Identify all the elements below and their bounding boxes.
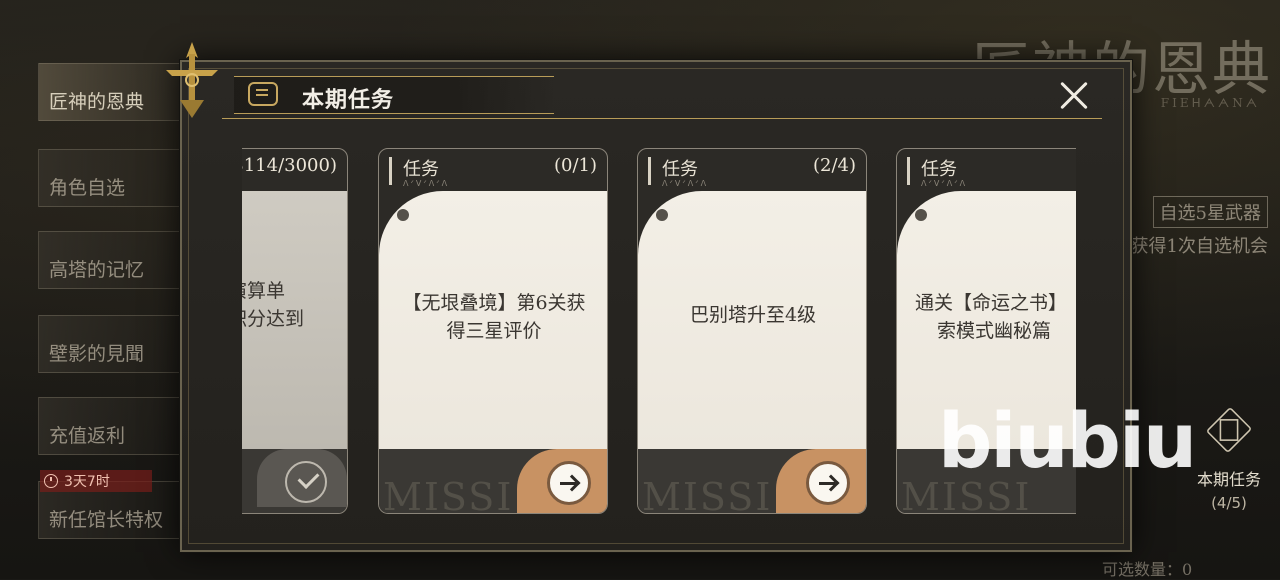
selectable-count: 可选数量：0	[1102, 560, 1193, 579]
mission-card[interactable]: 3114/3000) 】演算单 累积分达到 00	[242, 148, 348, 514]
weapon-select-info: 自选5星武器	[1152, 196, 1268, 228]
mission-desc-line: 索模式幽秘篇	[937, 320, 1052, 342]
mission-progress: 3114/3000)	[242, 155, 337, 176]
event-title-runes: FIEᕼᗅᗅNᗅ	[1160, 96, 1260, 110]
sidebar-item-character-select[interactable]: 角色自选	[38, 149, 188, 207]
header-bar	[648, 157, 651, 185]
clipboard-icon	[248, 82, 278, 106]
quest-entry-count: (4/5)	[1211, 494, 1247, 512]
mission-footer-text: MISSI	[383, 475, 514, 514]
go-button[interactable]	[517, 449, 607, 513]
sidebar-item-label: 壁影的見聞	[49, 343, 145, 365]
arrow-right-icon	[547, 461, 591, 505]
check-icon	[285, 461, 327, 503]
mission-progress: (2/4)	[812, 155, 856, 176]
mission-card[interactable]: 任务 ᐱᐟᐯᐟᐱᐟᐱ (0/1) 【无垠叠境】第6关获 得三星评价 MISSI	[378, 148, 608, 514]
quest-entry-label: 本期任务	[1196, 470, 1261, 489]
mission-desc-line: 得三星评价	[446, 320, 542, 342]
select-chance-info: 获得1次自选机会	[1130, 236, 1268, 257]
mission-description: 】演算单 累积分达到 00	[242, 277, 347, 361]
header-bar	[389, 157, 392, 185]
modal-title: 本期任务	[302, 88, 395, 113]
sidebar-item-shadow-tales[interactable]: 壁影的見聞	[38, 315, 188, 373]
pin-icon	[915, 209, 927, 221]
sidebar-item-label: 高塔的记忆	[49, 259, 145, 281]
mission-description: 巴别塔升至4级	[689, 304, 817, 326]
header-divider	[222, 118, 1102, 119]
quest-entry-button[interactable]: 本期任务 (4/5)	[1183, 406, 1275, 512]
sidebar-item-tower-memory[interactable]: 高塔的记忆	[38, 231, 188, 289]
sidebar-item-recharge-rebate[interactable]: 充值返利	[38, 397, 188, 455]
sidebar-item-label: 匠神的恩典	[49, 91, 145, 113]
mission-card[interactable]: 任务 ᐱᐟᐯᐟᐱᐟᐱ (2/4) 巴别塔升至4级 MISSI	[637, 148, 867, 514]
mission-desc-line: 通关【命运之书】	[915, 292, 1068, 314]
mission-desc-line: 00	[242, 333, 347, 361]
close-button[interactable]	[1054, 76, 1094, 116]
clock-icon	[44, 474, 58, 488]
mission-header: 任务	[403, 159, 439, 180]
sidebar-item-label: 充值返利	[49, 425, 126, 447]
mission-footer-text: MISSI	[642, 475, 773, 514]
arrow-right-icon	[806, 461, 850, 505]
mission-desc-line: 】演算单	[242, 280, 286, 302]
mission-desc-line: 累积分达到	[242, 308, 305, 330]
mission-header: 任务	[662, 159, 698, 180]
pin-icon	[656, 209, 668, 221]
sidebar-item-label: 角色自选	[49, 177, 126, 199]
gold-emblem-icon	[166, 42, 218, 118]
timer-badge: 3天7时	[40, 470, 152, 492]
mission-description: 通关【命运之书】 索模式幽秘篇	[915, 289, 1076, 345]
header-bar	[907, 157, 910, 185]
clipboard-icon	[1205, 406, 1253, 454]
watermark-text: biubiu	[938, 396, 1197, 485]
mission-header-runes: ᐱᐟᐯᐟᐱᐟᐱ	[662, 179, 709, 188]
mission-description: 【无垠叠境】第6关获 得三星评价	[389, 289, 599, 345]
go-button[interactable]	[776, 449, 866, 513]
timer-text: 3天7时	[64, 474, 110, 490]
modal-header: 本期任务	[234, 72, 564, 116]
mission-progress: (0/1)	[553, 155, 597, 176]
mission-desc-line: 【无垠叠境】第6关获	[402, 292, 586, 314]
mission-header: 任务	[921, 159, 957, 180]
mission-completed-button[interactable]	[257, 449, 347, 507]
pin-icon	[397, 209, 409, 221]
sidebar-item-label: 新任馆长特权	[49, 509, 164, 531]
mission-header-runes: ᐱᐟᐯᐟᐱᐟᐱ	[403, 179, 450, 188]
mission-header-runes: ᐱᐟᐯᐟᐱᐟᐱ	[921, 179, 968, 188]
